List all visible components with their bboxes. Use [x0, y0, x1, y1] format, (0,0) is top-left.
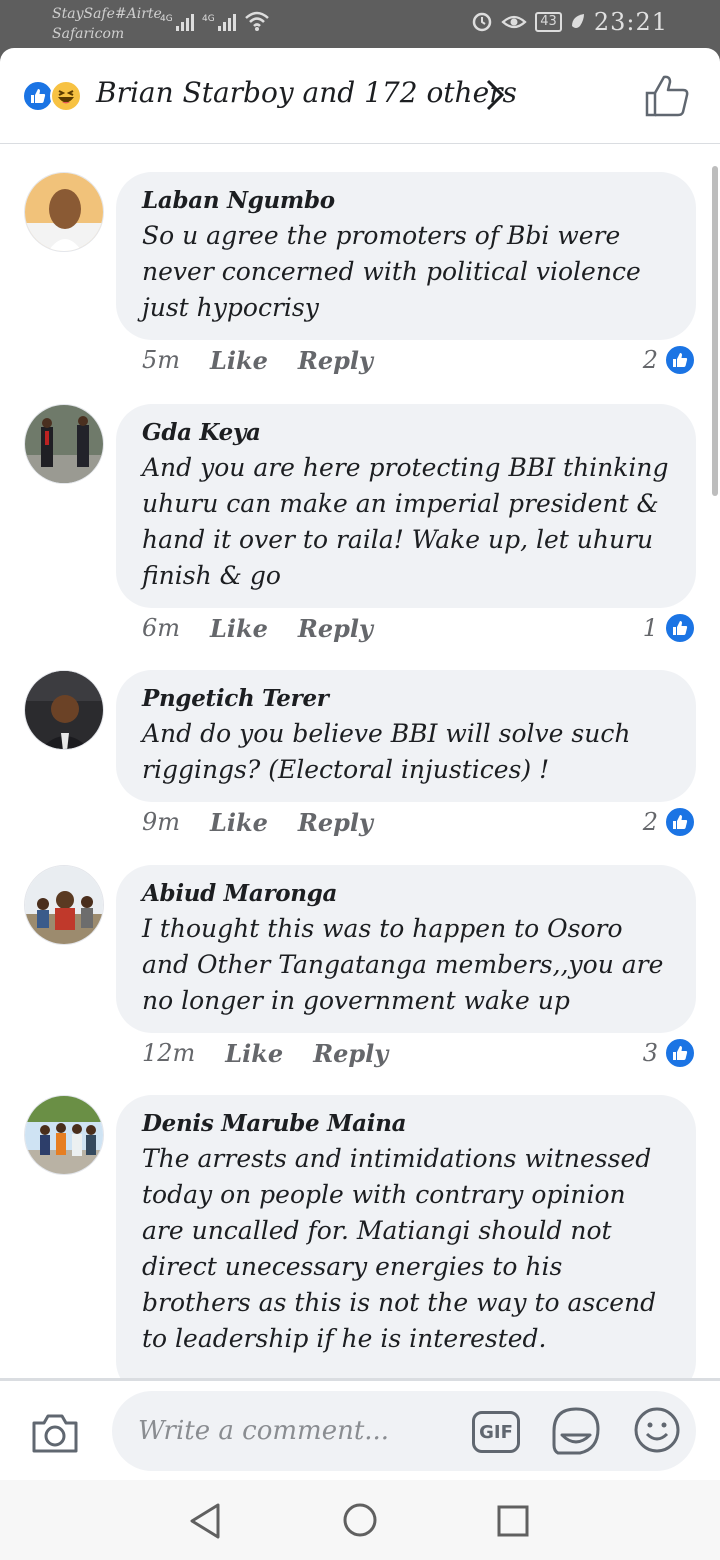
like-count: 3: [642, 1039, 658, 1067]
comment-text: And do you believe BBI will solve such r…: [142, 719, 631, 784]
like-badge-icon: [664, 1037, 696, 1069]
comment-like-count[interactable]: 2: [643, 344, 696, 376]
comment-bubble[interactable]: Pngetich Terer And do you believe BBI wi…: [116, 670, 696, 802]
like-post-button[interactable]: [644, 74, 690, 118]
like-comment-button[interactable]: Like: [225, 1039, 283, 1068]
carrier-2: Safaricom: [52, 26, 125, 42]
back-icon[interactable]: [188, 1502, 222, 1540]
avatar[interactable]: [24, 172, 104, 252]
comment-bubble[interactable]: Denis Marube Maina The arrests and intim…: [116, 1095, 696, 1397]
comment-like-count[interactable]: 1: [643, 612, 696, 644]
carrier-1: StaySafe#Airte: [52, 6, 162, 22]
comment-author[interactable]: Abiud Maronga: [142, 877, 672, 911]
comment-time[interactable]: 12m: [142, 1039, 195, 1068]
reply-button[interactable]: Reply: [298, 346, 373, 375]
comment-author[interactable]: Pngetich Terer: [142, 682, 672, 716]
reaction-icons: [22, 80, 88, 112]
like-comment-button[interactable]: Like: [210, 614, 268, 643]
like-badge-icon: [664, 806, 696, 838]
comment-author[interactable]: Denis Marube Maina: [142, 1107, 672, 1141]
avatar[interactable]: [24, 404, 104, 484]
reply-button[interactable]: Reply: [298, 614, 373, 643]
gif-button[interactable]: GIF: [472, 1411, 520, 1453]
recent-apps-icon[interactable]: [496, 1504, 530, 1538]
avatar[interactable]: [24, 1095, 104, 1175]
comment-bubble[interactable]: Abiud Maronga I thought this was to happ…: [116, 865, 696, 1033]
comment-actions: 9m Like Reply: [142, 808, 373, 837]
like-count: 1: [642, 614, 658, 642]
comment-bubble[interactable]: Gda Keya And you are here protecting BBI…: [116, 404, 696, 608]
comment-text: So u agree the promoters of Bbi were nev…: [142, 221, 641, 322]
alarm-icon: [473, 12, 492, 32]
comment-time[interactable]: 9m: [142, 808, 180, 837]
camera-button[interactable]: [30, 1411, 80, 1455]
reply-button[interactable]: Reply: [313, 1039, 388, 1068]
signal-2-icon: 4G: [202, 14, 236, 31]
haha-reaction-icon: [50, 80, 82, 112]
comments-sheet: Brian Starboy and 172 others Laban Ngumb…: [0, 48, 720, 1560]
avatar[interactable]: [24, 670, 104, 750]
like-badge-icon: [664, 612, 696, 644]
reply-button[interactable]: Reply: [298, 808, 373, 837]
comment-like-count[interactable]: 2: [643, 806, 696, 838]
reactions-header[interactable]: Brian Starboy and 172 others: [0, 48, 720, 144]
home-icon[interactable]: [342, 1502, 378, 1538]
clock: 23:21: [593, 8, 668, 36]
comment-like-count[interactable]: 3: [643, 1037, 696, 1069]
comment-actions: 6m Like Reply: [142, 614, 373, 643]
eye-comfort-icon: [501, 15, 527, 29]
comment-author[interactable]: Laban Ngumbo: [142, 184, 672, 218]
system-navigation-bar: [0, 1480, 720, 1560]
power-saving-icon: [571, 14, 584, 28]
comment-bubble[interactable]: Laban Ngumbo So u agree the promoters of…: [116, 172, 696, 340]
scrollbar[interactable]: [712, 166, 718, 496]
network-type-1: 4G: [160, 14, 173, 24]
status-right: 43 23:21: [471, 8, 668, 36]
comment-author[interactable]: Gda Keya: [142, 416, 672, 450]
reactors-summary[interactable]: Brian Starboy and 172 others: [96, 76, 517, 109]
comment-input[interactable]: [112, 1391, 696, 1471]
like-badge-icon: [664, 344, 696, 376]
comment-actions: 5m Like Reply: [142, 346, 373, 375]
avatar[interactable]: [24, 865, 104, 945]
comment-composer: GIF: [0, 1378, 720, 1480]
like-comment-button[interactable]: Like: [210, 808, 268, 837]
sticker-button[interactable]: [550, 1405, 602, 1457]
like-comment-button[interactable]: Like: [210, 346, 268, 375]
like-count: 2: [642, 346, 658, 374]
comment-text: I thought this was to happen to Osoro an…: [142, 914, 664, 1015]
status-bar: StaySafe#Airte Safaricom 4G 4G 43 23:21: [0, 0, 720, 48]
comment-actions: 12m Like Reply: [142, 1039, 388, 1068]
wifi-icon: [245, 11, 269, 31]
signal-1-icon: 4G: [160, 14, 194, 31]
battery-indicator: 43: [535, 12, 562, 32]
chevron-right-icon[interactable]: [484, 78, 506, 112]
comment-text: The arrests and intimidations witnessed …: [142, 1144, 657, 1353]
like-count: 2: [642, 808, 658, 836]
comment-time[interactable]: 6m: [142, 614, 180, 643]
comment-text: And you are here protecting BBI thinking…: [142, 453, 669, 590]
comment-time[interactable]: 5m: [142, 346, 180, 375]
network-type-2: 4G: [202, 14, 215, 24]
emoji-button[interactable]: [632, 1405, 682, 1455]
carrier-labels: StaySafe#Airte Safaricom: [52, 4, 162, 44]
